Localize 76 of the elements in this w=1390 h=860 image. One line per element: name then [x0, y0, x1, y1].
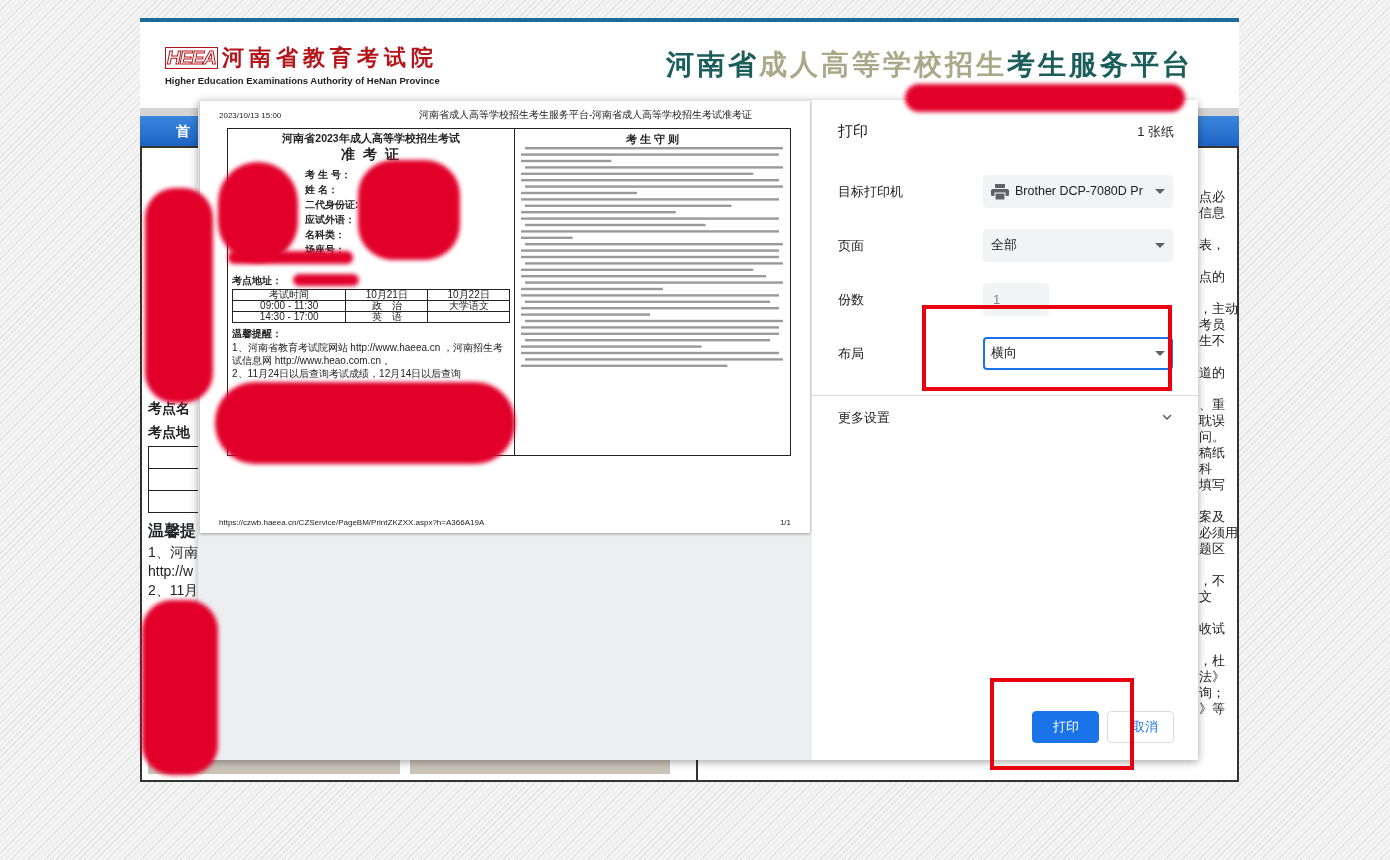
field-label: 二代身份证:: [304, 198, 360, 212]
printer-select[interactable]: Brother DCP-7080D Pr: [983, 175, 1173, 208]
dropdown-select[interactable]: 全部: [983, 229, 1173, 262]
table-cell: 英 语: [345, 311, 428, 323]
text-fragment: 问。: [1199, 429, 1226, 445]
text-fragment: 》等: [1199, 701, 1226, 717]
field-label: 页面: [838, 236, 865, 255]
page-url: https://czwb.haeea.cn/CZService/PageBM/PrintZKZXX.aspx?h=A366A19A: [219, 518, 485, 527]
caret-icon: [1155, 351, 1165, 356]
text-fragment: 填写: [1199, 477, 1226, 493]
text-fragment: 法》: [1199, 669, 1226, 685]
table-cell: 14:30 - 17:00: [232, 311, 346, 323]
exam-title: 河南省2023年成人高等学校招生考试: [281, 132, 461, 145]
table-cell: 大学语文: [427, 300, 510, 312]
org-name: 河南省教育考试院: [221, 44, 438, 73]
reminder-text: 1、河南: [148, 543, 198, 562]
sheet-count: 1 张纸: [1137, 122, 1174, 141]
text-fragment: 题区: [1199, 541, 1226, 557]
text-fragment: 收试: [1199, 621, 1226, 637]
rules-title: 考 生 守 则: [624, 132, 681, 146]
page-title: 河南省成人高等学校招生考生服务平台-河南省成人高等学校招生考试准考证: [419, 109, 753, 121]
nav-link[interactable]: 首: [176, 120, 190, 142]
text-fragment: ，主动: [1199, 301, 1238, 317]
caret-icon: [1155, 243, 1165, 248]
text-fragment: 信息: [1199, 205, 1226, 221]
platform-title: 河南省成人高等学校招生考生服务平台: [666, 48, 1193, 82]
text-fragment: 稿纸: [1199, 445, 1226, 461]
field-label: 份数: [838, 290, 865, 309]
text-fragment: 点的: [1199, 269, 1226, 285]
text-fragment: 表，: [1199, 237, 1226, 253]
text-fragment: 询；: [1199, 685, 1226, 701]
text-fragment: 文: [1199, 589, 1213, 605]
print-date: 2023/10/13 15:00: [219, 110, 283, 122]
column-header: 10月21日: [345, 289, 428, 301]
table-cell: 09:00 - 11:30: [232, 300, 346, 312]
reminder-text: 1、河南省教育考试院网站 http://www.haeea.cn ，河南招生考试信息网 http://www.heao.com.cn 。: [232, 341, 505, 367]
field-label: 布局: [838, 344, 865, 363]
text-fragment: 科: [1199, 461, 1213, 477]
caret-icon: [1155, 189, 1165, 194]
reminder-text: http://w: [148, 562, 194, 581]
text-fragment: 生不: [1199, 333, 1226, 349]
field-label: 考点名: [148, 399, 190, 418]
text-fragment: 、重: [1199, 397, 1226, 413]
text-fragment: 必须用: [1199, 525, 1238, 541]
page-number: 1/1: [779, 518, 791, 527]
field-label: 应试外语：: [304, 213, 356, 227]
printer-icon: [991, 183, 1009, 200]
dropdown-select[interactable]: 横向: [983, 337, 1173, 370]
print-button[interactable]: 打印: [1032, 711, 1099, 743]
column-header: 10月22日: [427, 289, 510, 301]
more-settings-toggle[interactable]: 更多设置: [838, 395, 1174, 427]
text-fragment: 耽误: [1199, 413, 1226, 429]
logo-mark: HEEA: [165, 46, 218, 69]
table-cell: 政 治: [345, 300, 428, 312]
field-label: 名科类：: [304, 228, 346, 242]
field-label: 姓 名：: [304, 183, 339, 197]
reminder-title: 温馨提: [148, 521, 196, 541]
text-fragment: 点必: [1199, 189, 1226, 205]
reminder-text: 2、11月24日以后查询考试成绩，12月14日以后查询: [232, 367, 463, 380]
org-name-english: Higher Education Examinations Authority of HeNan Province: [165, 74, 440, 89]
text-fragment: ，不: [1199, 573, 1226, 589]
text-fragment: 道的: [1199, 365, 1226, 381]
reminder-title: 温馨提醒：: [232, 327, 283, 341]
card-title: 准 考 证: [340, 145, 402, 163]
text-fragment: 案及: [1199, 509, 1226, 525]
text-fragment: 考员: [1199, 317, 1226, 333]
text-fragment: ，杜: [1199, 653, 1226, 669]
field-label: 考点地址：: [232, 274, 282, 288]
field-label: 考点地: [148, 423, 190, 442]
column-header: 考试时间: [232, 289, 346, 301]
field-label: 目标打印机: [838, 182, 904, 201]
reminder-text: 2、11月: [148, 581, 199, 600]
dialog-title: 打印: [838, 121, 868, 141]
field-label: 考 生 号：: [304, 168, 352, 182]
scribble-mark: [293, 274, 359, 286]
chevron-icon: [1162, 414, 1172, 421]
